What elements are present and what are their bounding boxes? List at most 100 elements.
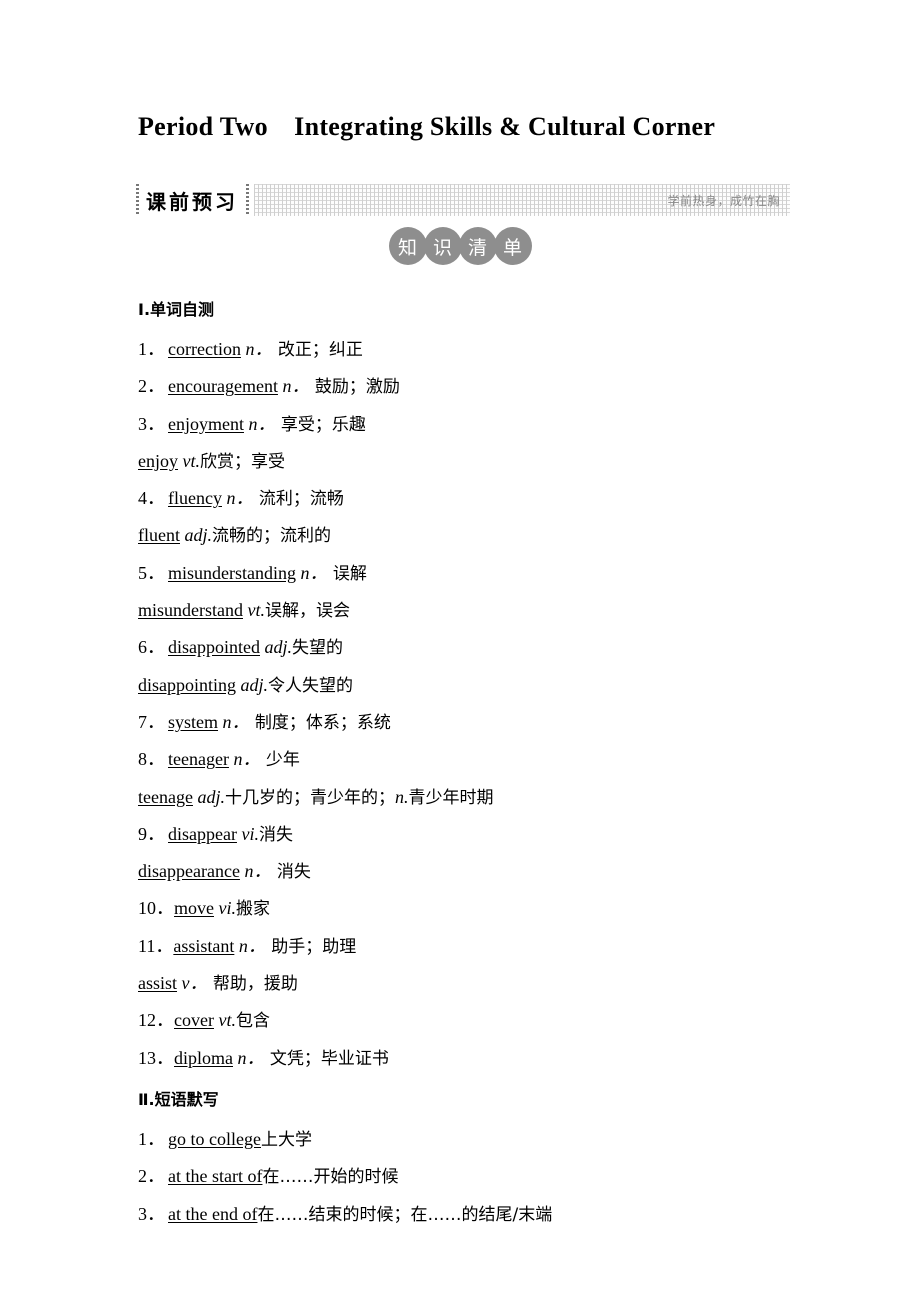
vocab-entry: 11．assistant n． 助手；助理: [138, 928, 838, 965]
entry-definition: 欣赏；享受: [200, 451, 285, 472]
section-heading: Ⅱ.短语默写: [138, 1089, 219, 1109]
entry-part-of-speech: vt.: [247, 600, 266, 621]
entry-part-of-speech: vi.: [241, 823, 259, 844]
entry-word: misunderstanding: [168, 562, 296, 583]
entry-part-of-speech: adj.: [197, 786, 225, 807]
entry-definition: 流利；流畅: [253, 489, 344, 510]
entry-number: 8．: [138, 749, 165, 770]
vocab-entry: enjoy vt.欣赏；享受: [138, 443, 838, 480]
badge-char: 清: [458, 227, 497, 265]
entry-word: fluent: [138, 525, 180, 546]
entry-part-of-speech: n．: [233, 749, 261, 770]
vocab-entry: 2． at the start of在……开始的时候: [138, 1158, 838, 1195]
vocab-entry: 10．move vi.搬家: [138, 890, 838, 927]
entry-definition: 在……结束的时候；在……的结尾/末端: [257, 1204, 553, 1225]
entry-word: disappointing: [138, 674, 236, 695]
entry-number: 5．: [138, 562, 165, 583]
entry-definition: 鼓励；激励: [309, 377, 400, 398]
entry-word: disappearance: [138, 861, 240, 882]
entry-number: 1．: [138, 1128, 165, 1149]
entry-definition: 享受；乐趣: [275, 414, 366, 435]
entry-number: 12．: [138, 1010, 174, 1031]
entry-word: disappear: [168, 823, 237, 844]
entry-definition: 改正；纠正: [272, 340, 363, 360]
entry-word: encouragement: [168, 376, 278, 397]
document-page: Period Two Integrating Skills & Cultural…: [0, 0, 920, 1302]
entry-part-of-speech: n．: [248, 413, 276, 434]
entry-number: 3．: [138, 1203, 165, 1224]
entry-definition: 少年: [260, 750, 300, 771]
entry-number: 13．: [138, 1047, 174, 1068]
entry-part-of-speech: n．: [237, 1047, 265, 1068]
entry-word: assistant: [173, 935, 235, 956]
entry-word: cover: [174, 1010, 214, 1031]
vocab-entry: disappearance n． 消失: [138, 853, 838, 890]
badge-char: 单: [493, 227, 532, 265]
vocab-entry: 3． enjoyment n． 享受；乐趣: [138, 406, 838, 443]
vocab-entry: 1． correction n． 改正；纠正: [138, 331, 838, 368]
entry-word: fluency: [168, 488, 222, 509]
vocab-entry: 13．diploma n． 文凭；毕业证书: [138, 1040, 838, 1077]
entry-number: 4．: [138, 488, 165, 509]
badge-char: 识: [423, 227, 462, 265]
entry-number: 11．: [138, 935, 174, 956]
entry-part-of-speech: n．: [245, 339, 273, 359]
vocab-entry: 4． fluency n． 流利；流畅: [138, 480, 838, 517]
entry-definition: 消失: [258, 824, 293, 845]
entry-definition: 流畅的；流利的: [212, 526, 332, 547]
entry-part-of-speech: n．: [226, 488, 254, 509]
entry-word: at the start of: [168, 1166, 263, 1187]
entry-part-of-speech: adj.: [264, 637, 293, 658]
entry-definition: 制度；体系；系统: [249, 712, 391, 733]
section-banner: 课前预习 学前热身，成竹在胸: [136, 184, 790, 216]
entry-number: 2．: [138, 1166, 165, 1187]
entry-part-of-speech: adj.: [240, 674, 269, 695]
entry-word: teenager: [168, 749, 229, 770]
vocab-entry: 9． disappear vi.消失: [138, 816, 838, 853]
vocab-entry: 6． disappointed adj.失望的: [138, 629, 838, 666]
entry-definition: 消失: [271, 862, 311, 883]
badge-char: 知: [388, 227, 427, 265]
entry-word: misunderstand: [138, 600, 243, 621]
entry-word: disappointed: [168, 637, 260, 658]
entry-part-of-speech: vi.: [218, 898, 237, 919]
banner-label: 课前预习: [146, 189, 238, 214]
entry-definition: 包含: [235, 1011, 270, 1032]
entry-definition: 十几岁的；青少年的；: [224, 787, 395, 808]
vocab-entry: teenage adj.十几岁的；青少年的；n.青少年时期: [138, 779, 838, 816]
entry-definition-secondary: 青少年时期: [408, 787, 494, 808]
entry-number: 3．: [138, 413, 165, 434]
entry-part-of-speech: n．: [222, 711, 250, 732]
knowledge-list-badge: 知识清单: [0, 227, 920, 265]
entry-number: 2．: [138, 376, 165, 397]
vocab-entry: disappointing adj.令人失望的: [138, 667, 838, 704]
entry-definition: 令人失望的: [268, 675, 354, 696]
entry-definition: 误解: [327, 563, 367, 584]
entry-number: 6．: [138, 637, 165, 658]
document-content: Ⅰ.单词自测 1． correction n． 改正；纠正 2． encourageme…: [138, 297, 838, 1233]
vocab-entry: assist v． 帮助，援助: [138, 965, 838, 1002]
entry-definition: 帮助，援助: [207, 974, 298, 995]
entry-definition: 在……开始的时候: [262, 1167, 399, 1188]
vocab-entry: fluent adj.流畅的；流利的: [138, 517, 838, 554]
entry-part-of-speech-secondary: n.: [394, 786, 409, 807]
entry-part-of-speech: adj.: [184, 525, 213, 546]
entry-definition: 文凭；毕业证书: [264, 1048, 389, 1069]
vocab-entry: 5． misunderstanding n． 误解: [138, 555, 838, 592]
entry-part-of-speech: n．: [282, 376, 310, 397]
banner-motto: 学前热身，成竹在胸: [667, 193, 780, 208]
vocab-entry: 8． teenager n． 少年: [138, 741, 838, 778]
vocab-entry: 12．cover vt.包含: [138, 1002, 838, 1039]
entry-part-of-speech: n．: [238, 935, 266, 956]
entry-part-of-speech: vt.: [182, 450, 201, 471]
entry-definition: 失望的: [292, 638, 344, 659]
entry-part-of-speech: vt.: [218, 1010, 236, 1031]
entry-definition: 搬家: [236, 899, 270, 920]
section-heading: Ⅰ.单词自测: [138, 300, 215, 319]
entry-number: 10．: [138, 898, 174, 919]
vocab-entry: 1． go to college上大学: [138, 1121, 838, 1158]
entry-word: assist: [138, 973, 178, 994]
entry-word: move: [174, 898, 214, 919]
entry-part-of-speech: n．: [244, 861, 272, 882]
entry-definition: 误解，误会: [265, 601, 350, 622]
